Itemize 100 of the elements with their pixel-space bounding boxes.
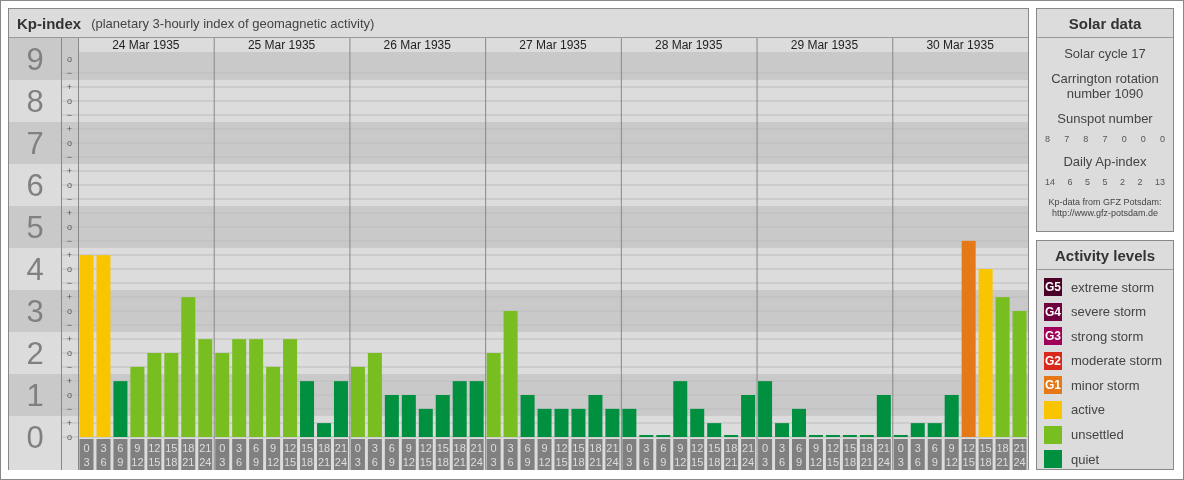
scale-mark: o xyxy=(67,390,72,400)
x-tick-label: 0 3 xyxy=(626,442,633,468)
time-slot-label: 15 18 xyxy=(435,439,450,470)
x-tick-label: 6 9 xyxy=(524,442,531,468)
time-slot-label: 18 21 xyxy=(588,439,603,470)
time-slot-label: 3 6 xyxy=(96,439,111,470)
ap-index-value: 5 xyxy=(1102,177,1108,187)
time-slot-label: 12 15 xyxy=(418,439,433,470)
time-slot-label: 3 6 xyxy=(910,439,925,470)
time-slot-label: 6 9 xyxy=(927,439,942,470)
time-slot-label: 15 18 xyxy=(842,439,857,470)
date-label: 29 Mar 1935 xyxy=(790,38,859,52)
scale-mark: o xyxy=(67,306,72,316)
source-note: Kp-data from GFZ Potsdam: xyxy=(1048,197,1162,208)
panel-title: Activity levels xyxy=(1054,246,1156,264)
time-slot-label: 3 6 xyxy=(232,439,247,470)
scale-mark: − xyxy=(66,362,73,372)
x-tick-label: 0 3 xyxy=(354,442,361,468)
time-slot-label: 15 18 xyxy=(300,439,315,470)
panel-title: Solar data xyxy=(1068,14,1142,32)
x-tick-label: 3 6 xyxy=(236,442,243,468)
time-slot-label: 0 3 xyxy=(486,439,501,470)
time-slot-label: 12 15 xyxy=(147,439,162,470)
time-slot-label: 21 24 xyxy=(741,439,756,470)
time-slot-label: 3 6 xyxy=(503,439,518,470)
time-slot-label: 18 21 xyxy=(452,439,467,470)
level-label: minor storm xyxy=(1071,377,1140,393)
kp-level-label: 3 xyxy=(26,294,44,329)
time-slot-label: 9 12 xyxy=(808,439,823,470)
kp-level-label: 1 xyxy=(26,378,44,413)
kp-level-label: 5 xyxy=(26,210,44,245)
scale-mark: − xyxy=(66,152,73,162)
level-label: strong storm xyxy=(1071,328,1144,344)
time-slot-label: 9 12 xyxy=(537,439,552,470)
sunspot-value: 0 xyxy=(1159,134,1165,144)
time-slot-label: 15 18 xyxy=(978,439,993,470)
time-slot-label: 6 9 xyxy=(656,439,671,470)
scale-mark: o xyxy=(67,432,72,442)
sunspot-value: 8 xyxy=(1083,134,1089,144)
time-slot-label: 0 3 xyxy=(622,439,637,470)
level-swatch: G1 xyxy=(1044,376,1062,395)
scale-mark: − xyxy=(66,194,73,204)
scale-mark: + xyxy=(66,250,73,260)
scale-mark: − xyxy=(66,278,73,288)
date-label: 24 Mar 1935 xyxy=(112,38,180,52)
scale-mark: + xyxy=(66,166,73,176)
x-tick-label: 3 6 xyxy=(507,442,514,468)
kp-level-label: 6 xyxy=(26,168,44,203)
chart-subtitle: (planetary 3-hourly index of geomagnetic activity) xyxy=(91,15,375,31)
x-tick-label: 3 6 xyxy=(371,442,378,468)
time-slot-label: 6 9 xyxy=(520,439,535,470)
carrington-text: Carrington rotation number 1090 xyxy=(1050,71,1160,101)
sunspot-value: 0 xyxy=(1140,134,1146,144)
level-swatch: G4 xyxy=(1044,302,1062,321)
time-slot-label: 6 9 xyxy=(384,439,399,470)
x-tick-label: 3 6 xyxy=(100,442,107,468)
level-label: moderate storm xyxy=(1071,353,1163,369)
scale-mark: − xyxy=(66,236,73,246)
source-note: http://www.gfz-potsdam.de xyxy=(1050,208,1159,219)
kp-level-label: 0 xyxy=(26,420,44,455)
kp-level-label: 4 xyxy=(26,252,44,287)
sunspot-value: 8 xyxy=(1045,134,1050,144)
scale-mark: o xyxy=(67,180,72,190)
x-tick-label: 6 9 xyxy=(931,442,938,468)
time-slot-label: 21 24 xyxy=(469,439,484,470)
x-tick-label: 0 3 xyxy=(219,442,226,468)
time-slot-label: 3 6 xyxy=(775,439,790,470)
time-slot-label: 12 15 xyxy=(961,439,976,470)
time-slot-label: 18 21 xyxy=(859,439,874,470)
date-label: 30 Mar 1935 xyxy=(926,38,994,52)
time-slot-label: 15 18 xyxy=(164,439,179,470)
time-slot-label: 12 15 xyxy=(283,439,298,470)
level-label: severe storm xyxy=(1071,304,1147,320)
x-tick-label: 6 9 xyxy=(660,442,667,468)
time-slot-label: 15 18 xyxy=(571,439,586,470)
scale-mark: o xyxy=(67,54,72,64)
chart-title: Kp-index xyxy=(17,14,82,32)
x-tick-label: 0 3 xyxy=(83,442,90,468)
time-slot-label: 0 3 xyxy=(893,439,908,470)
sunspot-value: 7 xyxy=(1102,134,1108,144)
level-label: quiet xyxy=(1071,451,1100,467)
ap-index-value: 2 xyxy=(1119,177,1125,187)
scale-mark: + xyxy=(66,208,73,218)
scale-mark: o xyxy=(67,96,72,106)
x-tick-label: 3 6 xyxy=(643,442,650,468)
scale-mark: o xyxy=(67,264,72,274)
scale-mark: o xyxy=(67,348,72,358)
ap-index-value: 6 xyxy=(1067,177,1073,187)
date-label: 28 Mar 1935 xyxy=(655,38,723,52)
date-label: 26 Mar 1935 xyxy=(383,38,451,52)
level-swatch: G5 xyxy=(1044,278,1062,296)
scale-mark: o xyxy=(67,222,72,232)
time-slot-label: 12 15 xyxy=(554,439,569,470)
time-slot-label: 3 6 xyxy=(639,439,654,470)
time-slot-label: 0 3 xyxy=(79,439,94,470)
ap-index-value: 13 xyxy=(1154,177,1165,187)
sunspot-value: 7 xyxy=(1064,134,1070,144)
time-slot-label: 9 12 xyxy=(266,439,281,470)
time-slot-label: 21 24 xyxy=(198,439,213,470)
level-label: extreme storm xyxy=(1071,279,1155,295)
